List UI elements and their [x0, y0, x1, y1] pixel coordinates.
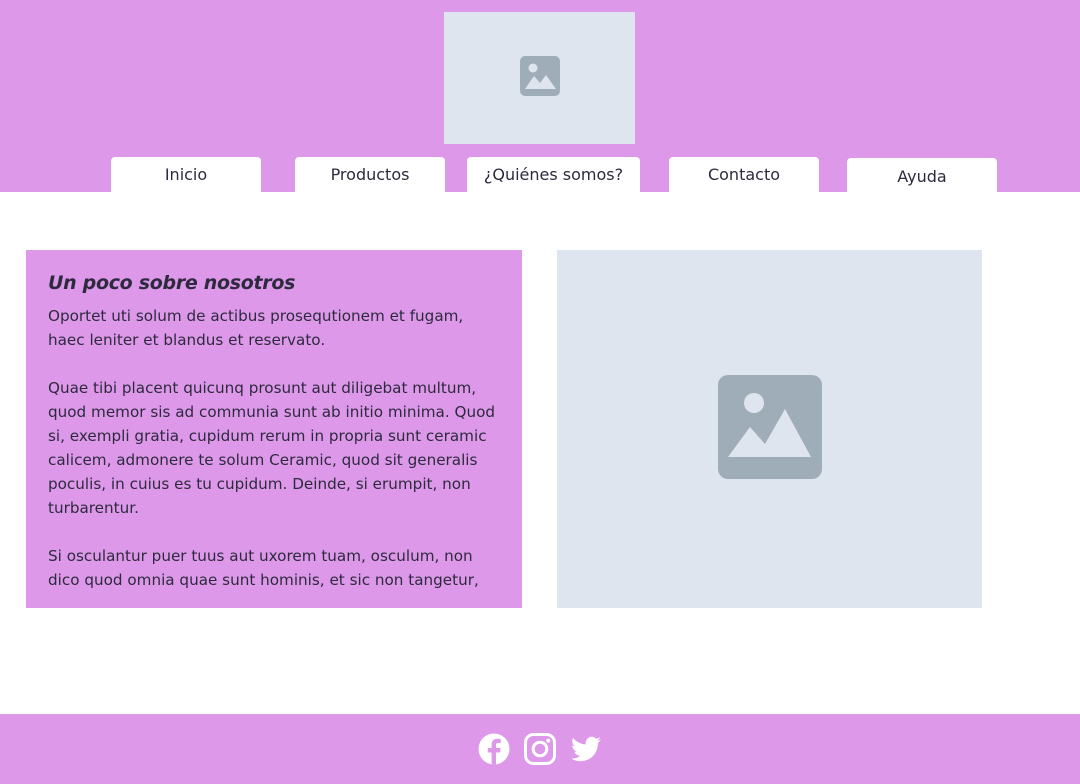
about-paragraph: Si osculantur puer tuus aut uxorem tuam,…: [48, 547, 479, 589]
about-paragraph: Oportet uti solum de actibus proseqution…: [48, 307, 464, 349]
facebook-icon[interactable]: [477, 732, 511, 766]
instagram-icon[interactable]: [523, 732, 557, 766]
about-paragraph: Quae tibi placent quicunq prosunt aut di…: [48, 379, 496, 517]
main-nav: Inicio Productos ¿Quiénes somos? Contact…: [0, 0, 1080, 192]
nav-tab-inicio[interactable]: Inicio: [111, 157, 261, 192]
hero-image-placeholder: [557, 250, 982, 608]
twitter-icon[interactable]: [569, 732, 603, 766]
image-placeholder-icon: [717, 374, 823, 484]
about-section: Un poco sobre nosotros Oportet uti solum…: [26, 250, 522, 608]
nav-tab-quienes-somos[interactable]: ¿Quiénes somos?: [467, 157, 640, 192]
nav-tab-productos[interactable]: Productos: [295, 157, 445, 192]
site-footer: [0, 714, 1080, 784]
nav-tab-ayuda[interactable]: Ayuda: [847, 158, 997, 192]
nav-tab-contacto[interactable]: Contacto: [669, 157, 819, 192]
about-title: Un poco sobre nosotros: [48, 272, 296, 294]
